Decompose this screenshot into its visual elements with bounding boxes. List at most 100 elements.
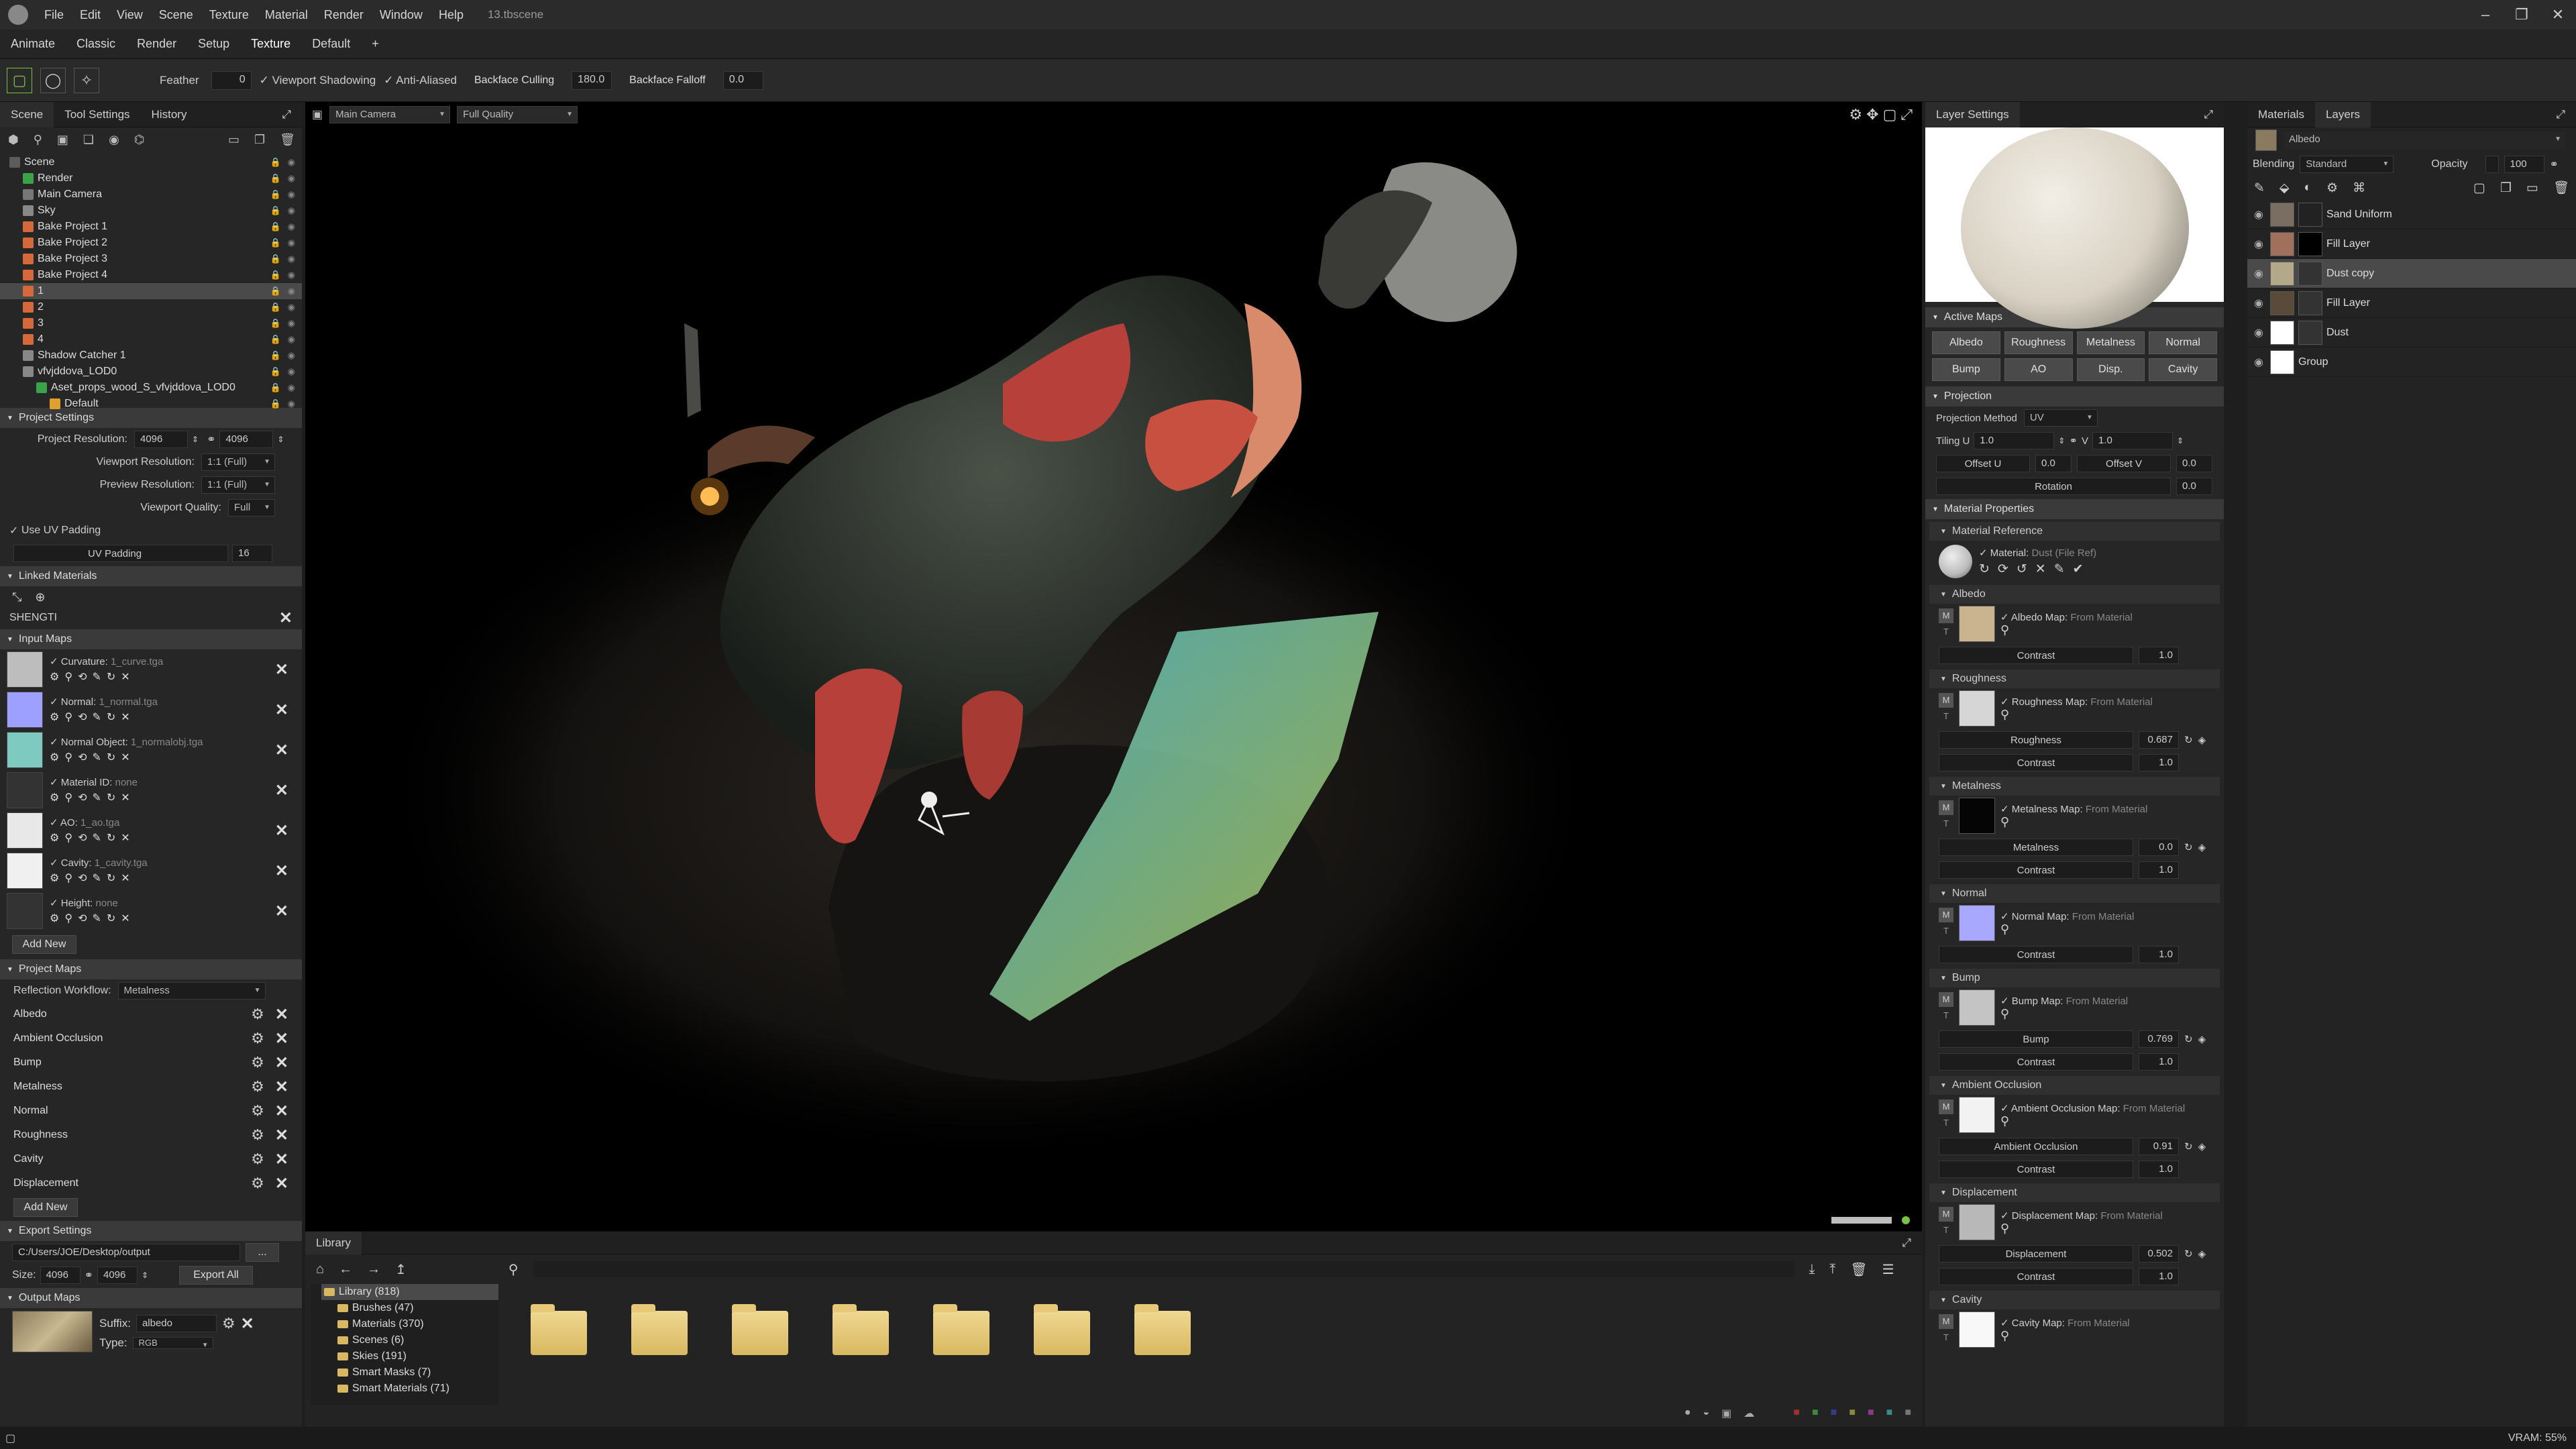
linked-material-item[interactable]: SHENGTI ✕ bbox=[0, 608, 302, 628]
visibility-eye-icon[interactable]: ◉ bbox=[2254, 356, 2270, 369]
channel-map-thumbnail[interactable] bbox=[1959, 905, 1995, 941]
settings-gear-icon[interactable]: ⚙ bbox=[251, 1006, 264, 1023]
expand-icon[interactable]: ⤢ bbox=[1891, 1236, 1922, 1250]
tab-history[interactable]: History bbox=[141, 108, 198, 121]
material-reference-header[interactable]: Material Reference bbox=[1929, 522, 2220, 541]
duplicate-icon[interactable]: ❏ bbox=[83, 133, 94, 147]
channel-map-source[interactable]: From Material bbox=[2068, 1318, 2130, 1329]
search-icon[interactable]: ⚲ bbox=[2000, 1222, 2009, 1235]
channel-param-slider[interactable]: Contrast bbox=[1939, 1053, 2133, 1071]
project-resolution-width-input[interactable]: 4096 bbox=[134, 431, 188, 448]
texture-mode-icon[interactable]: T bbox=[1939, 924, 1953, 938]
magic-wand-icon[interactable]: ✧ bbox=[74, 67, 99, 93]
offset-u-input[interactable]: 0.0 bbox=[2035, 455, 2072, 472]
input-map-thumbnail[interactable] bbox=[7, 812, 43, 849]
reset-icon[interactable]: ↻ bbox=[2184, 841, 2193, 853]
projection-method-select[interactable]: UV bbox=[2023, 409, 2098, 427]
procedural-icon[interactable]: ⌘ bbox=[2353, 180, 2365, 196]
layer-item[interactable]: ◉ Fill Layer bbox=[2247, 229, 2576, 259]
channel-header[interactable]: Roughness bbox=[1929, 669, 2220, 688]
material-mode-icon[interactable]: M bbox=[1939, 693, 1953, 708]
remove-input-map-icon[interactable]: ✕ bbox=[275, 741, 288, 760]
rotation-slider[interactable]: Rotation bbox=[1936, 478, 2171, 495]
active-map-cavity[interactable]: Cavity bbox=[2149, 358, 2217, 381]
color-tag-red-icon[interactable]: ■ bbox=[1793, 1407, 1800, 1420]
channel-param-input[interactable]: 1.0 bbox=[2139, 1053, 2179, 1071]
visibility-eye-icon[interactable]: ◉ bbox=[288, 350, 295, 361]
material-mode-icon[interactable]: M bbox=[1939, 908, 1953, 922]
material-reference-thumbnail[interactable] bbox=[1939, 545, 1972, 578]
visibility-eye-icon[interactable]: ◉ bbox=[288, 302, 295, 313]
refresh-icon[interactable]: ↻ bbox=[1979, 562, 1998, 576]
close-icon[interactable]: ✕ bbox=[2540, 6, 2576, 23]
lock-icon[interactable]: 🔒 bbox=[270, 302, 280, 313]
mode-tab-setup[interactable]: Setup bbox=[187, 37, 240, 51]
move-icon[interactable]: ✥ bbox=[1866, 106, 1882, 123]
remove-linked-material-icon[interactable]: ✕ bbox=[279, 608, 292, 628]
input-map-tools[interactable]: ⚙⚲⟲✎↻✕ bbox=[50, 831, 275, 845]
visibility-eye-icon[interactable]: ◉ bbox=[288, 254, 295, 264]
visibility-eye-icon[interactable]: ◉ bbox=[2254, 208, 2270, 221]
library-folder-icon[interactable] bbox=[1134, 1304, 1191, 1355]
material-preview[interactable] bbox=[1925, 127, 2224, 329]
visibility-eye-icon[interactable]: ◉ bbox=[288, 318, 295, 329]
visibility-eye-icon[interactable]: ◉ bbox=[2254, 326, 2270, 339]
channel-param-slider[interactable]: Roughness bbox=[1939, 731, 2133, 749]
color-tag-purple-icon[interactable]: ■ bbox=[1868, 1407, 1874, 1420]
channel-param-slider[interactable]: Contrast bbox=[1939, 647, 2133, 664]
filter-material-icon[interactable]: ● bbox=[1684, 1407, 1691, 1420]
texture-mode-icon[interactable]: T bbox=[1939, 816, 1953, 831]
channel-param-slider[interactable]: Ambient Occlusion bbox=[1939, 1138, 2133, 1155]
lock-icon[interactable]: 🔒 bbox=[270, 398, 280, 409]
lock-icon[interactable]: 🔒 bbox=[270, 189, 280, 200]
library-folder-icon[interactable] bbox=[631, 1304, 688, 1355]
channel-header[interactable]: Metalness bbox=[1929, 777, 2220, 796]
layer-mask-thumbnail[interactable] bbox=[2298, 231, 2322, 256]
material-mode-icon[interactable]: M bbox=[1939, 608, 1953, 623]
texture-mode-icon[interactable]: T bbox=[1939, 1116, 1953, 1130]
library-folder-icon[interactable] bbox=[531, 1304, 587, 1355]
add-light-icon[interactable]: ⚲ bbox=[34, 133, 42, 147]
scene-tree-item[interactable]: Aset_props_wood_S_vfvjddova_LOD0 🔒 ◉ bbox=[0, 380, 302, 396]
scene-tree-item[interactable]: Bake Project 2 🔒 ◉ bbox=[0, 235, 302, 251]
mode-tab-default[interactable]: Default bbox=[301, 37, 361, 51]
frame-icon[interactable]: ▢ bbox=[1883, 106, 1901, 123]
input-maps-header[interactable]: Input Maps bbox=[0, 629, 302, 649]
channel-param-input[interactable]: 1.0 bbox=[2139, 1161, 2179, 1178]
add-material-icon[interactable]: ⊕ bbox=[35, 590, 45, 604]
backface-culling-input[interactable]: 180.0 bbox=[572, 70, 612, 90]
rotation-input[interactable]: 0.0 bbox=[2176, 478, 2212, 495]
back-icon[interactable]: ← bbox=[339, 1262, 352, 1277]
active-map-disp[interactable]: Disp. bbox=[2076, 358, 2145, 381]
preview-resolution-select[interactable]: 1:1 (Full) bbox=[201, 476, 275, 494]
stepper-icon[interactable]: ⇕ bbox=[142, 1271, 148, 1280]
library-tree-item[interactable]: Scenes (6) bbox=[321, 1332, 498, 1348]
scene-tree-item[interactable]: 3 🔒 ◉ bbox=[0, 315, 302, 331]
input-map-thumbnail[interactable] bbox=[7, 732, 43, 768]
remove-input-map-icon[interactable]: ✕ bbox=[275, 781, 288, 800]
lock-icon[interactable]: 🔒 bbox=[270, 157, 280, 168]
folder-icon[interactable]: ▭ bbox=[228, 133, 239, 147]
channel-header[interactable]: Normal bbox=[1929, 884, 2220, 903]
menu-window[interactable]: Window bbox=[372, 8, 431, 22]
channel-header[interactable]: Bump bbox=[1929, 969, 2220, 987]
layer-item[interactable]: ◉ Group bbox=[2247, 347, 2576, 377]
mode-tab-texture[interactable]: Texture bbox=[240, 37, 301, 51]
channel-map-source[interactable]: From Material bbox=[2086, 804, 2148, 815]
projection-header[interactable]: Projection bbox=[1925, 386, 2224, 407]
add-project-map-button[interactable]: Add New bbox=[13, 1198, 78, 1217]
tiling-v-input[interactable]: 1.0 bbox=[2092, 432, 2173, 449]
forward-icon[interactable]: → bbox=[367, 1262, 380, 1277]
layer-item[interactable]: ◉ Dust bbox=[2247, 318, 2576, 347]
lock-icon[interactable]: 🔒 bbox=[270, 254, 280, 264]
library-tree-item[interactable]: Skies (191) bbox=[321, 1348, 498, 1364]
visibility-eye-icon[interactable]: ◉ bbox=[288, 270, 295, 280]
active-map-metalness[interactable]: Metalness bbox=[2076, 331, 2145, 354]
visibility-eye-icon[interactable]: ◉ bbox=[288, 398, 295, 409]
minimize-icon[interactable]: – bbox=[2467, 6, 2504, 23]
project-map-item[interactable]: Displacement ⚙ ✕ bbox=[0, 1171, 302, 1195]
menu-material[interactable]: Material bbox=[257, 8, 316, 22]
texture-mode-icon[interactable]: T bbox=[1939, 1330, 1953, 1345]
offset-v-input[interactable]: 0.0 bbox=[2176, 455, 2212, 472]
color-tag-grey-icon[interactable]: ■ bbox=[1904, 1407, 1911, 1420]
